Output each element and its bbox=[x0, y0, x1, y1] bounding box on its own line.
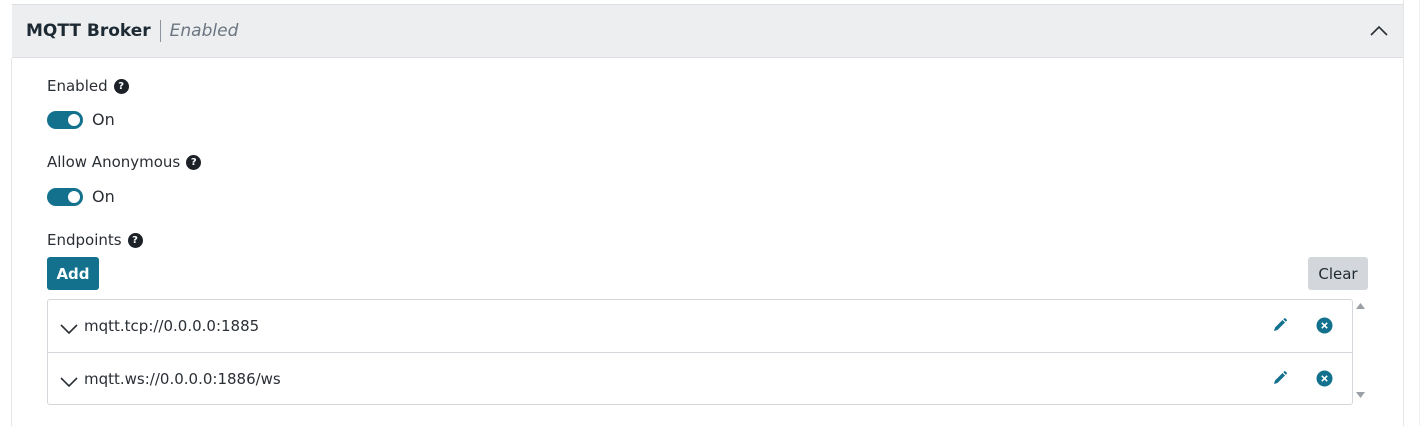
pencil-icon[interactable] bbox=[1272, 317, 1288, 333]
scroll-up-arrow-icon[interactable] bbox=[1356, 303, 1365, 309]
allow-anonymous-toggle-knob bbox=[68, 190, 80, 203]
endpoints-field-label: Endpoints ? bbox=[47, 231, 143, 249]
allow-anonymous-label-text: Allow Anonymous bbox=[47, 153, 181, 171]
endpoint-value: mqtt.tcp://0.0.0.0:1885 bbox=[84, 317, 260, 335]
enabled-toggle[interactable] bbox=[47, 110, 83, 129]
panel-header[interactable]: MQTT Broker Enabled bbox=[12, 4, 1403, 58]
close-circle-icon[interactable] bbox=[1316, 317, 1333, 334]
allow-anonymous-help-icon[interactable]: ? bbox=[186, 154, 202, 170]
enabled-toggle-text: On bbox=[92, 110, 115, 129]
chevron-up-icon[interactable] bbox=[1369, 21, 1389, 41]
pencil-icon[interactable] bbox=[1272, 370, 1288, 386]
panel-title: MQTT Broker bbox=[26, 21, 151, 41]
panel-right-border bbox=[1403, 0, 1404, 426]
chevron-down-icon[interactable] bbox=[60, 320, 78, 338]
endpoints-list: mqtt.tcp://0.0.0.0:1885 mqtt.ws://0.0.0.… bbox=[47, 299, 1353, 405]
allow-anonymous-field-label: Allow Anonymous ? bbox=[47, 153, 202, 171]
allow-anonymous-toggle-row: On bbox=[47, 187, 115, 206]
page-edge-divider bbox=[1419, 0, 1420, 426]
endpoint-value: mqtt.ws://0.0.0.0:1886/ws bbox=[84, 369, 281, 388]
enabled-label-text: Enabled bbox=[47, 77, 108, 95]
allow-anonymous-toggle[interactable] bbox=[47, 187, 83, 206]
add-endpoint-button[interactable]: Add bbox=[47, 257, 99, 290]
endpoint-row: mqtt.tcp://0.0.0.0:1885 bbox=[48, 300, 1352, 352]
close-circle-icon[interactable] bbox=[1316, 370, 1333, 387]
panel-left-border bbox=[11, 58, 12, 426]
enabled-field-label: Enabled ? bbox=[47, 77, 129, 95]
panel-status: Enabled bbox=[169, 21, 239, 41]
allow-anonymous-toggle-text: On bbox=[92, 187, 115, 206]
enabled-help-icon[interactable]: ? bbox=[113, 78, 129, 94]
panel-title-separator bbox=[159, 20, 161, 42]
endpoints-label-text: Endpoints bbox=[47, 231, 122, 249]
mqtt-broker-settings-page: MQTT Broker Enabled Enabled ? On Allow A… bbox=[0, 0, 1421, 426]
chevron-down-icon[interactable] bbox=[60, 373, 78, 391]
scroll-down-arrow-icon[interactable] bbox=[1356, 392, 1365, 398]
enabled-toggle-row: On bbox=[47, 110, 115, 129]
endpoints-help-icon[interactable]: ? bbox=[127, 232, 143, 248]
clear-endpoints-button[interactable]: Clear bbox=[1308, 257, 1368, 290]
enabled-toggle-knob bbox=[68, 113, 80, 126]
endpoint-row: mqtt.ws://0.0.0.0:1886/ws bbox=[48, 352, 1352, 404]
